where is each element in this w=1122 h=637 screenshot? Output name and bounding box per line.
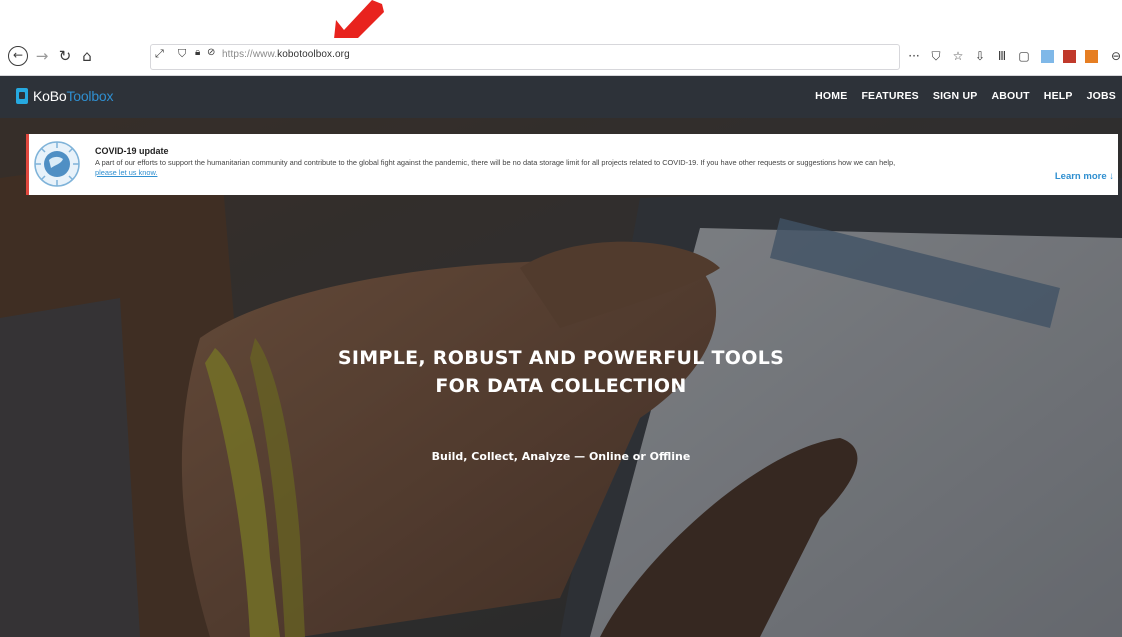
site-navbar: KoBoToolbox HOME FEATURES SIGN UP ABOUT … xyxy=(0,76,1122,118)
home-icon[interactable]: ⌂ xyxy=(77,46,97,66)
main-nav: HOME FEATURES SIGN UP ABOUT HELP JOBS xyxy=(801,90,1116,102)
covid-banner: COVID-19 update A part of our efforts to… xyxy=(26,134,1118,195)
lock-icon[interactable]: 🔒︎ xyxy=(195,47,200,58)
page-top-area xyxy=(0,0,1122,38)
forward-icon[interactable]: → xyxy=(32,46,52,66)
banner-text: A part of our efforts to support the hum… xyxy=(95,158,896,167)
hero-headline-line-1: SIMPLE, ROBUST AND POWERFUL TOOLS xyxy=(337,347,785,369)
hero-subtitle: Build, Collect, Analyze — Online or Offl… xyxy=(431,450,691,463)
globe-virus-icon xyxy=(34,141,80,187)
banner-body: A part of our efforts to support the hum… xyxy=(95,158,1055,178)
learn-more-link[interactable]: Learn more ↓ xyxy=(1055,171,1114,182)
pocket-icon[interactable]: ⛉ xyxy=(927,47,945,65)
browser-toolbar: ← → ↻ ⌂ ⤢ ⛉ 🔒︎ ⊘ https://www.kobotoolbox… xyxy=(0,38,1122,76)
reload-icon[interactable]: ↻ xyxy=(55,46,75,66)
toolbar-icons: ··· ⛉ ☆ ⇩ Ⅲ ▢ ⊖ » xyxy=(905,47,1122,65)
nav-about[interactable]: ABOUT xyxy=(991,90,1029,102)
hero-headline: SIMPLE, ROBUST AND POWERFUL TOOLS FOR DA… xyxy=(0,344,1122,400)
nav-help[interactable]: HELP xyxy=(1044,90,1073,102)
banner-title: COVID-19 update xyxy=(95,146,169,156)
kobotoolbox-logo[interactable]: KoBoToolbox xyxy=(16,88,114,104)
star-icon[interactable]: ☆ xyxy=(949,47,967,65)
hero-headline-line-2: FOR DATA COLLECTION xyxy=(435,375,687,397)
account-icon[interactable]: ⊖ xyxy=(1107,47,1122,65)
library-icon[interactable]: Ⅲ xyxy=(993,47,1011,65)
contact-link[interactable]: please let us know. xyxy=(95,168,157,177)
url-domain: kobotoolbox.org xyxy=(277,49,350,60)
logo-text-toolbox: Toolbox xyxy=(66,88,114,104)
url-prefix: https://www. xyxy=(222,49,278,60)
sidebar-icon[interactable]: ▢ xyxy=(1015,47,1033,65)
nav-home[interactable]: HOME xyxy=(815,90,847,102)
hero-section: COVID-19 update A part of our efforts to… xyxy=(0,118,1122,637)
extension-orange-icon[interactable] xyxy=(1085,50,1098,63)
logo-text: KoBoToolbox xyxy=(33,88,114,104)
extension-red-icon[interactable] xyxy=(1063,50,1076,63)
reader-icon[interactable] xyxy=(1041,50,1054,63)
downloads-icon[interactable]: ⇩ xyxy=(971,47,989,65)
nav-jobs[interactable]: JOBS xyxy=(1087,90,1116,102)
tracking-protection-icon[interactable]: ⛉ xyxy=(178,47,186,61)
back-icon[interactable]: ← xyxy=(8,46,28,66)
more-icon[interactable]: ··· xyxy=(905,47,923,65)
permissions-icon[interactable]: ⊘ xyxy=(207,47,215,58)
nav-sign-up[interactable]: SIGN UP xyxy=(933,90,978,102)
nav-features[interactable]: FEATURES xyxy=(861,90,918,102)
logo-mark-icon xyxy=(16,88,28,104)
expand-icon[interactable]: ⤢ xyxy=(155,47,164,61)
url-text[interactable]: https://www.kobotoolbox.org xyxy=(222,49,350,60)
logo-text-kobo: KoBo xyxy=(33,88,67,104)
